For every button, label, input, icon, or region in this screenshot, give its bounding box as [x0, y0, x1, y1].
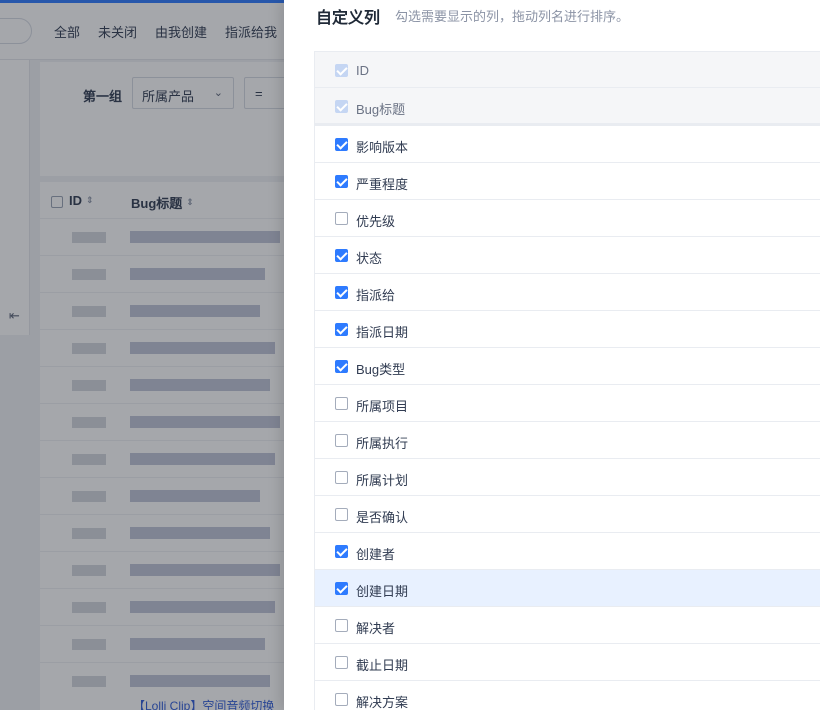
column-checkbox[interactable] — [335, 138, 348, 151]
column-checkbox — [335, 100, 348, 113]
column-option[interactable]: 所属执行 — [314, 422, 820, 459]
column-option[interactable]: ID — [314, 51, 820, 88]
column-option-label: 是否确认 — [356, 510, 409, 525]
column-option[interactable]: 优先级 — [314, 200, 820, 237]
column-option-label: 创建者 — [356, 547, 396, 562]
column-checkbox[interactable] — [335, 360, 348, 373]
column-option-label: 所属计划 — [356, 473, 409, 488]
column-option-label: 严重程度 — [356, 177, 409, 192]
column-option-label: 所属执行 — [356, 436, 409, 451]
column-option-label: 指派给 — [356, 288, 396, 303]
column-option[interactable]: 所属计划 — [314, 459, 820, 496]
column-option-label: 截止日期 — [356, 658, 409, 673]
column-option-label: 影响版本 — [356, 140, 409, 155]
column-option[interactable]: 状态 — [314, 237, 820, 274]
column-option-label: 优先级 — [356, 214, 396, 229]
column-checkbox[interactable] — [335, 545, 348, 558]
column-option[interactable]: 解决方案 — [314, 681, 820, 710]
column-option-label: Bug类型 — [356, 362, 406, 377]
column-checkbox[interactable] — [335, 175, 348, 188]
column-option-label: 指派日期 — [356, 325, 409, 340]
column-checkbox[interactable] — [335, 619, 348, 632]
column-option[interactable]: 创建日期 — [314, 570, 820, 607]
column-checkbox[interactable] — [335, 286, 348, 299]
column-option-label: 解决方案 — [356, 695, 409, 710]
drawer-hint: 勾选需要显示的列，拖动列名进行排序。 — [395, 9, 630, 24]
column-option-label: 解决者 — [356, 621, 396, 636]
column-checkbox[interactable] — [335, 656, 348, 669]
column-checkbox[interactable] — [335, 397, 348, 410]
column-checkbox[interactable] — [335, 323, 348, 336]
drawer-title: 自定义列 — [316, 10, 381, 27]
column-checkbox[interactable] — [335, 212, 348, 225]
column-option[interactable]: 解决者 — [314, 607, 820, 644]
column-option-label: Bug标题 — [356, 102, 406, 117]
column-checkbox[interactable] — [335, 508, 348, 521]
column-checkbox[interactable] — [335, 249, 348, 262]
column-list: ID Bug标题影响版本严重程度优先级状态指派给指派日期 Bug类型所属项目所属执行… — [314, 51, 820, 710]
column-option[interactable]: Bug类型 — [314, 348, 820, 385]
column-checkbox — [335, 64, 348, 77]
column-option[interactable]: 指派给 — [314, 274, 820, 311]
column-option[interactable]: 严重程度 — [314, 163, 820, 200]
column-checkbox[interactable] — [335, 693, 348, 706]
column-option-label: ID — [356, 63, 369, 78]
customize-columns-drawer: 自定义列 勾选需要显示的列，拖动列名进行排序。 ID Bug标题影响版本严重程度优… — [284, 0, 820, 710]
modal-overlay[interactable] — [0, 0, 284, 710]
column-option[interactable]: 所属项目 — [314, 385, 820, 422]
column-checkbox[interactable] — [335, 582, 348, 595]
column-checkbox[interactable] — [335, 434, 348, 447]
column-option-label: 所属项目 — [356, 399, 409, 414]
column-option[interactable]: 创建者 — [314, 533, 820, 570]
column-option[interactable]: 影响版本 — [314, 126, 820, 163]
column-option-label: 状态 — [356, 251, 383, 266]
column-option[interactable]: 是否确认 — [314, 496, 820, 533]
column-option-label: 创建日期 — [356, 584, 409, 599]
column-option[interactable]: 截止日期 — [314, 644, 820, 681]
column-option[interactable]: Bug标题 — [314, 88, 820, 126]
column-checkbox[interactable] — [335, 471, 348, 484]
column-option[interactable]: 指派日期 — [314, 311, 820, 348]
